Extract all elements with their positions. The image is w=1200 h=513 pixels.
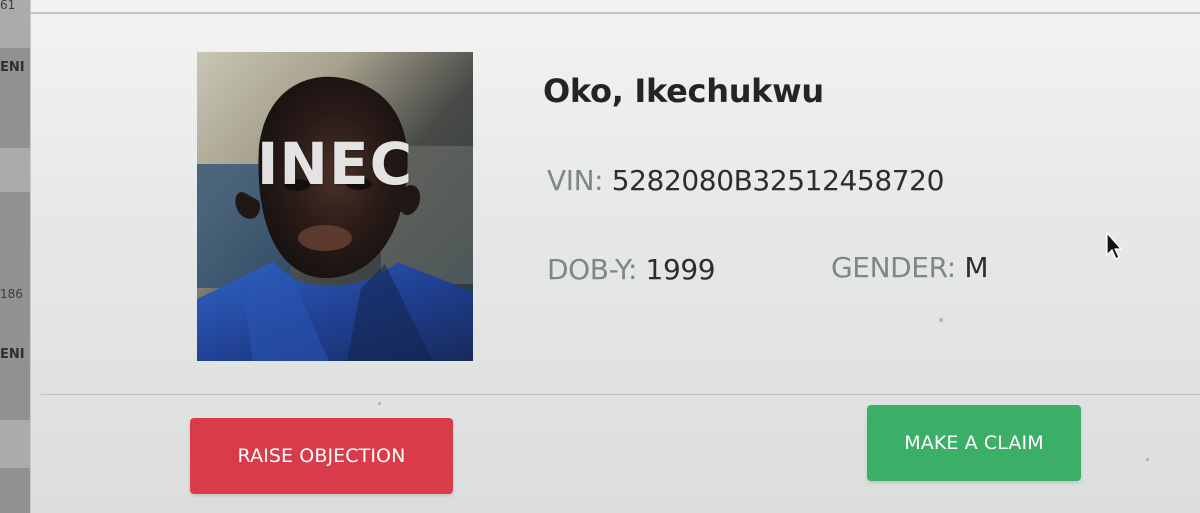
mouse-pointer-icon: [1106, 232, 1122, 260]
sidebar-fragment-top-number: 61: [0, 0, 16, 12]
screen-speck: [1146, 458, 1149, 461]
left-sidebar-edge: 61 ENI 186 ENI: [0, 0, 30, 513]
sidebar-row-band: [0, 420, 30, 468]
sidebar-fragment-lower-heading: ENI: [0, 347, 25, 362]
card-top-divider: [31, 12, 1200, 14]
dob-row: DOB-Y: 1999: [547, 253, 716, 286]
photo-watermark: INEC: [256, 130, 414, 198]
sidebar-fragment-middle-number: 186: [0, 287, 23, 301]
voter-photo-placeholder: [197, 52, 473, 361]
voter-name: Oko, Ikechukwu: [543, 72, 824, 110]
make-claim-button[interactable]: MAKE A CLAIM: [867, 405, 1081, 481]
vin-label: VIN:: [547, 164, 604, 197]
vin-value: 5282080B32512458720: [611, 164, 945, 197]
dob-label: DOB-Y:: [547, 253, 638, 286]
dob-value: 1999: [645, 253, 716, 286]
sidebar-fragment-upper-heading: ENI: [0, 60, 25, 75]
card-action-divider: [41, 394, 1200, 395]
gender-row: GENDER: M: [831, 251, 989, 284]
sidebar-row-band: [0, 148, 30, 192]
gender-label: GENDER:: [831, 251, 956, 284]
screen-speck: [939, 318, 943, 322]
screen-speck: [378, 402, 381, 405]
voter-record-card: INEC Oko, Ikechukwu VIN: 5282080B3251245…: [30, 0, 1200, 513]
raise-objection-button[interactable]: RAISE OBJECTION: [190, 418, 453, 494]
voter-photo: INEC: [197, 52, 473, 361]
gender-value: M: [964, 251, 989, 284]
vin-row: VIN: 5282080B32512458720: [547, 164, 944, 197]
